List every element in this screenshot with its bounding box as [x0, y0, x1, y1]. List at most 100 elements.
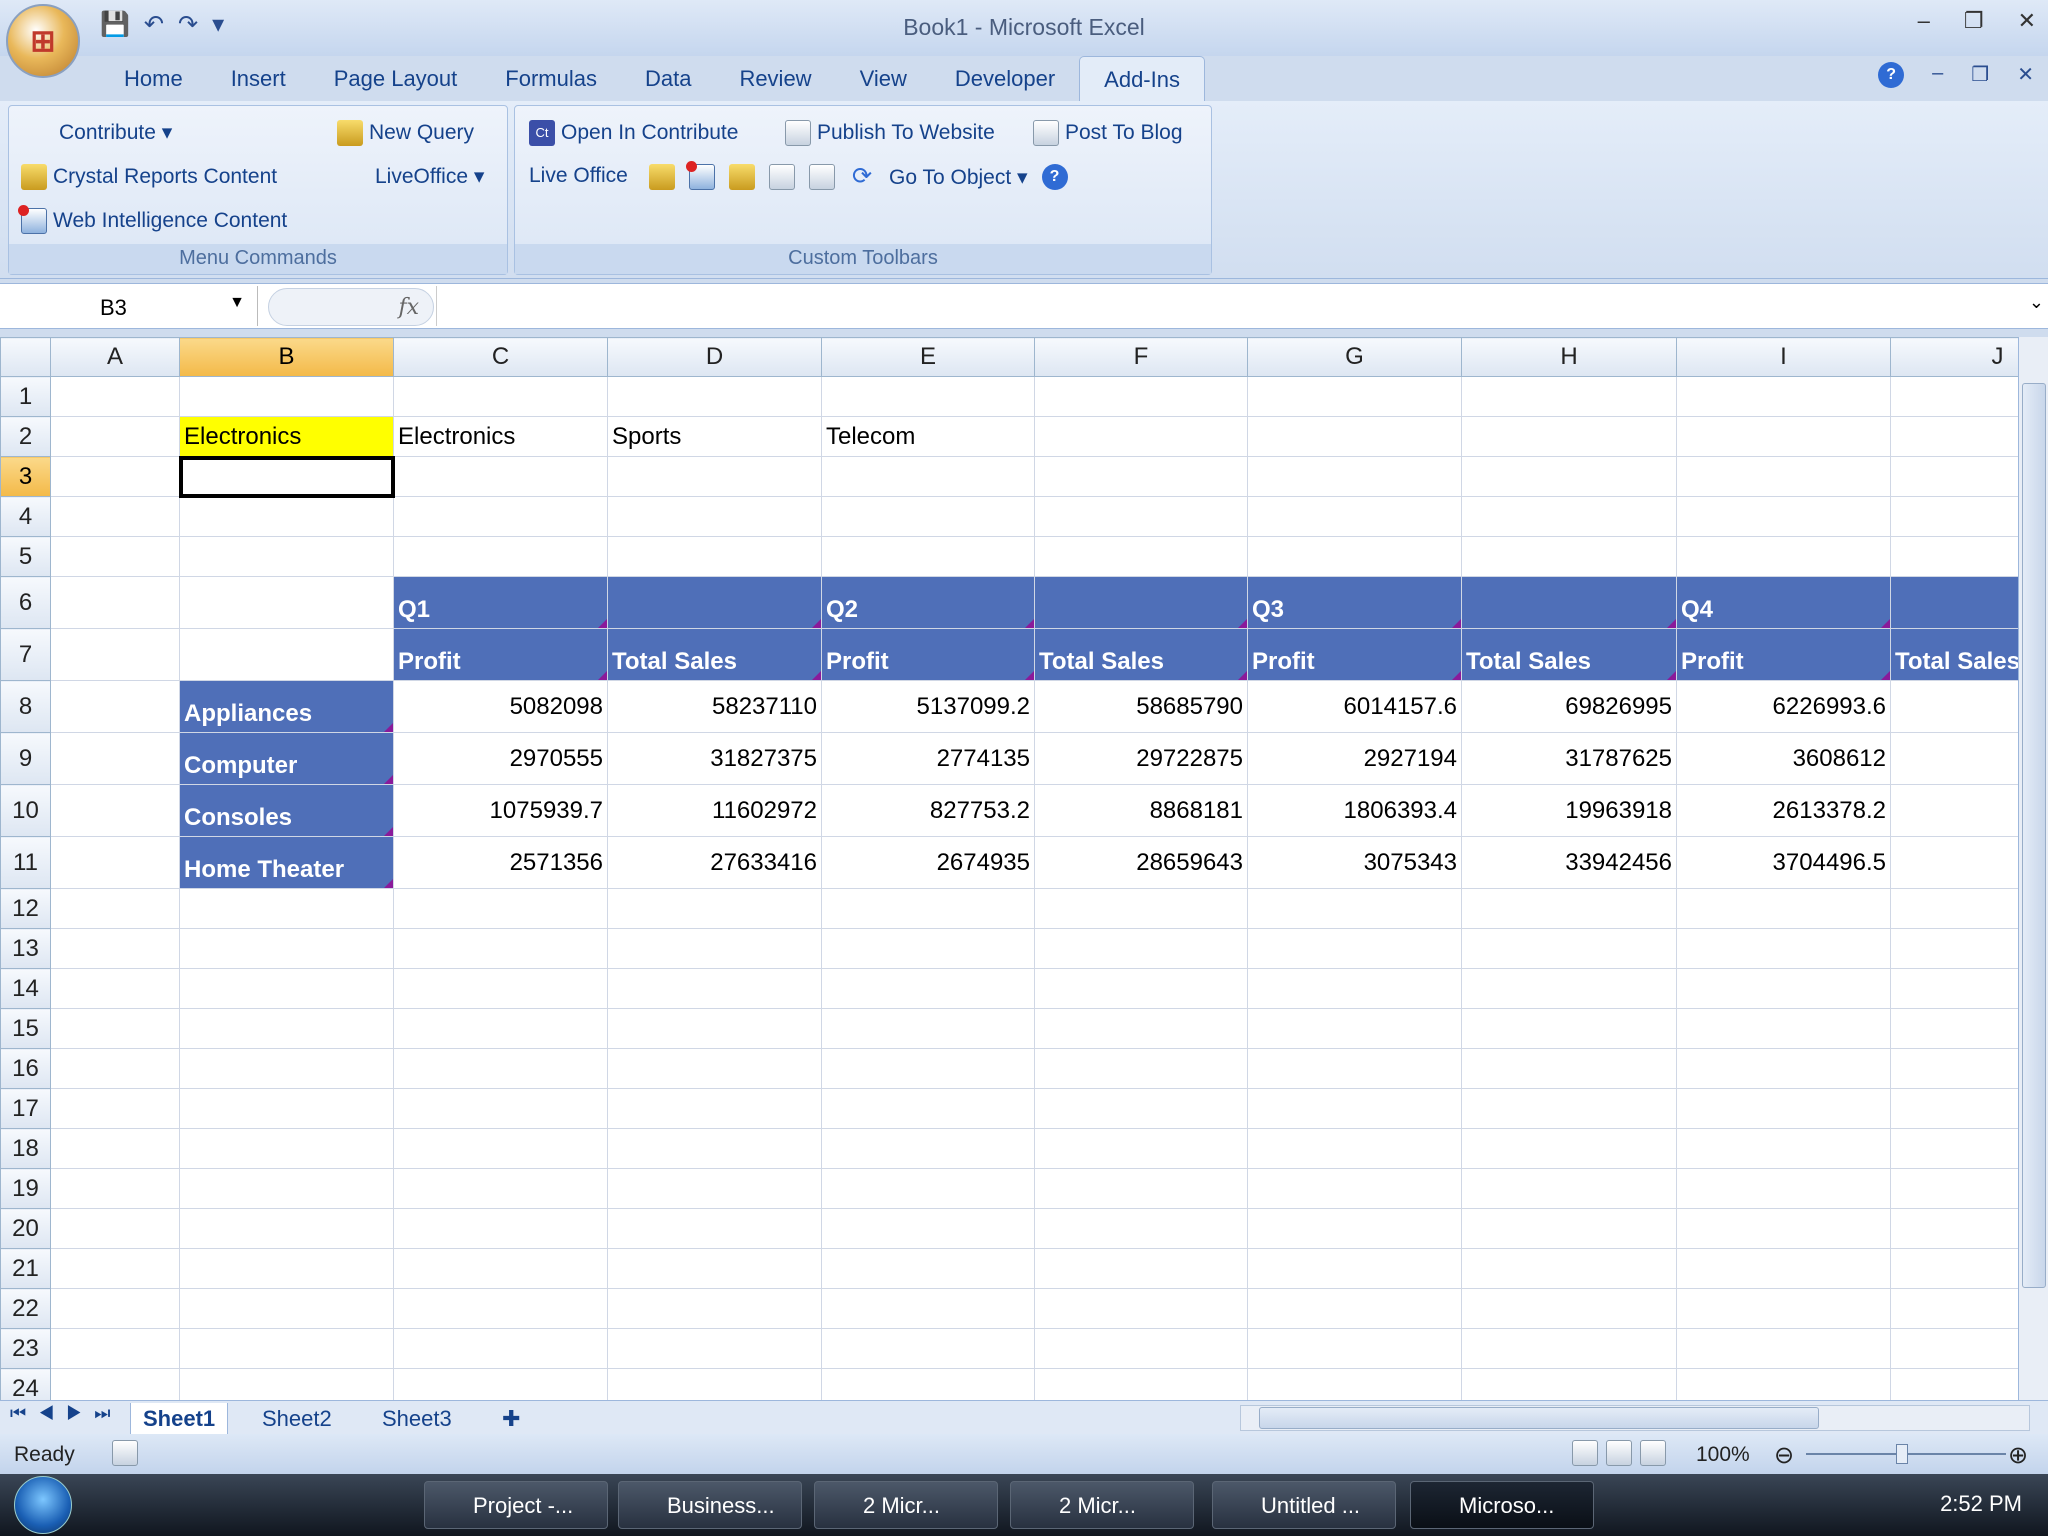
cell-I1[interactable]	[1676, 376, 1891, 417]
cell-B23[interactable]	[179, 1328, 394, 1369]
cell-B8[interactable]: Appliances	[179, 680, 394, 733]
cell-G24[interactable]	[1247, 1368, 1462, 1400]
cell-C22[interactable]	[393, 1288, 608, 1329]
cell-F15[interactable]	[1034, 1008, 1248, 1049]
cell-C21[interactable]	[393, 1248, 608, 1289]
tab-home[interactable]: Home	[100, 56, 207, 102]
cell-E13[interactable]	[821, 928, 1035, 969]
cell-E11[interactable]: 2674935	[821, 836, 1035, 889]
cell-H2[interactable]	[1461, 416, 1677, 457]
cell-J4[interactable]	[1890, 496, 2018, 537]
cell-E18[interactable]	[821, 1128, 1035, 1169]
web-intelligence-content-button[interactable]: Web Intelligence Content	[18, 205, 287, 234]
minimize-button[interactable]: –	[1918, 8, 1930, 34]
cell-H13[interactable]	[1461, 928, 1677, 969]
cell-F21[interactable]	[1034, 1248, 1248, 1289]
cell-I13[interactable]	[1676, 928, 1891, 969]
cell-G11[interactable]: 3075343	[1247, 836, 1462, 889]
cell-I6[interactable]: Q4	[1676, 576, 1891, 629]
cell-I5[interactable]	[1676, 536, 1891, 577]
cell-J10[interactable]: 293	[1890, 784, 2018, 837]
cell-F5[interactable]	[1034, 536, 1248, 577]
cell-C23[interactable]	[393, 1328, 608, 1369]
cell-B13[interactable]	[179, 928, 394, 969]
cell-B24[interactable]	[179, 1368, 394, 1400]
cell-G9[interactable]: 2927194	[1247, 732, 1462, 785]
cell-E5[interactable]	[821, 536, 1035, 577]
cell-H8[interactable]: 69826995	[1461, 680, 1677, 733]
sheet-tab-sheet1[interactable]: Sheet1	[130, 1403, 229, 1436]
cell-D1[interactable]	[607, 376, 822, 417]
cell-I24[interactable]	[1676, 1368, 1891, 1400]
cell-G20[interactable]	[1247, 1208, 1462, 1249]
maximize-button[interactable]: ❐	[1964, 8, 1984, 34]
scroll-thumb[interactable]	[2022, 383, 2046, 1288]
cell-F1[interactable]	[1034, 376, 1248, 417]
taskbar-item[interactable]: Untitled ...	[1212, 1481, 1396, 1529]
open-in-contribute-button[interactable]: Ct Open In Contribute	[529, 120, 738, 146]
cell-J1[interactable]	[1890, 376, 2018, 417]
row-header-11[interactable]: 11	[0, 836, 51, 889]
cell-F16[interactable]	[1034, 1048, 1248, 1089]
cell-A24[interactable]	[50, 1368, 180, 1400]
cell-A3[interactable]	[50, 456, 180, 497]
taskbar-item[interactable]: 2 Micr...	[814, 1481, 998, 1529]
tab-review[interactable]: Review	[715, 56, 835, 102]
cell-J23[interactable]	[1890, 1328, 2018, 1369]
cell-C4[interactable]	[393, 496, 608, 537]
cell-F23[interactable]	[1034, 1328, 1248, 1369]
close-button[interactable]: ✕	[2018, 8, 2036, 34]
cell-C11[interactable]: 2571356	[393, 836, 608, 889]
cell-G5[interactable]	[1247, 536, 1462, 577]
row-header-17[interactable]: 17	[0, 1088, 51, 1129]
row-header-19[interactable]: 19	[0, 1168, 51, 1209]
cell-D12[interactable]	[607, 888, 822, 929]
cell-B9[interactable]: Computer	[179, 732, 394, 785]
select-all-corner[interactable]	[0, 337, 51, 377]
cell-J15[interactable]	[1890, 1008, 2018, 1049]
row-header-20[interactable]: 20	[0, 1208, 51, 1249]
horizontal-scrollbar[interactable]	[1240, 1405, 2030, 1431]
cell-G21[interactable]	[1247, 1248, 1462, 1289]
row-header-6[interactable]: 6	[0, 576, 51, 629]
cell-H17[interactable]	[1461, 1088, 1677, 1129]
cell-C2[interactable]: Electronics	[393, 416, 608, 457]
publish-to-website-button[interactable]: Publish To Website	[785, 120, 995, 146]
cell-H18[interactable]	[1461, 1128, 1677, 1169]
zoom-out-icon[interactable]: ⊖	[1774, 1441, 1794, 1470]
cell-B17[interactable]	[179, 1088, 394, 1129]
cell-F3[interactable]	[1034, 456, 1248, 497]
cell-J7[interactable]: Total Sales	[1890, 628, 2018, 681]
cell-I22[interactable]	[1676, 1288, 1891, 1329]
cell-H22[interactable]	[1461, 1288, 1677, 1329]
cell-E15[interactable]	[821, 1008, 1035, 1049]
cell-A1[interactable]	[50, 376, 180, 417]
expand-formula-bar-icon[interactable]: ⌄	[2029, 292, 2044, 313]
row-header-22[interactable]: 22	[0, 1288, 51, 1329]
cell-D15[interactable]	[607, 1008, 822, 1049]
cell-A13[interactable]	[50, 928, 180, 969]
cell-D9[interactable]: 31827375	[607, 732, 822, 785]
cell-J18[interactable]	[1890, 1128, 2018, 1169]
column-header-C[interactable]: C	[393, 337, 608, 377]
cell-E6[interactable]: Q2	[821, 576, 1035, 629]
cell-E20[interactable]	[821, 1208, 1035, 1249]
cell-F18[interactable]	[1034, 1128, 1248, 1169]
office-button[interactable]: ⊞	[6, 4, 80, 78]
cell-I23[interactable]	[1676, 1328, 1891, 1369]
cell-G2[interactable]	[1247, 416, 1462, 457]
formula-input[interactable]	[436, 286, 2018, 326]
row-header-8[interactable]: 8	[0, 680, 51, 733]
cell-J5[interactable]	[1890, 536, 2018, 577]
cell-H21[interactable]	[1461, 1248, 1677, 1289]
cell-D13[interactable]	[607, 928, 822, 969]
column-header-F[interactable]: F	[1034, 337, 1248, 377]
cell-H11[interactable]: 33942456	[1461, 836, 1677, 889]
cell-C15[interactable]	[393, 1008, 608, 1049]
cell-A4[interactable]	[50, 496, 180, 537]
cell-B14[interactable]	[179, 968, 394, 1009]
cell-F19[interactable]	[1034, 1168, 1248, 1209]
cell-D2[interactable]: Sports	[607, 416, 822, 457]
cell-D24[interactable]	[607, 1368, 822, 1400]
cell-I10[interactable]: 2613378.2	[1676, 784, 1891, 837]
